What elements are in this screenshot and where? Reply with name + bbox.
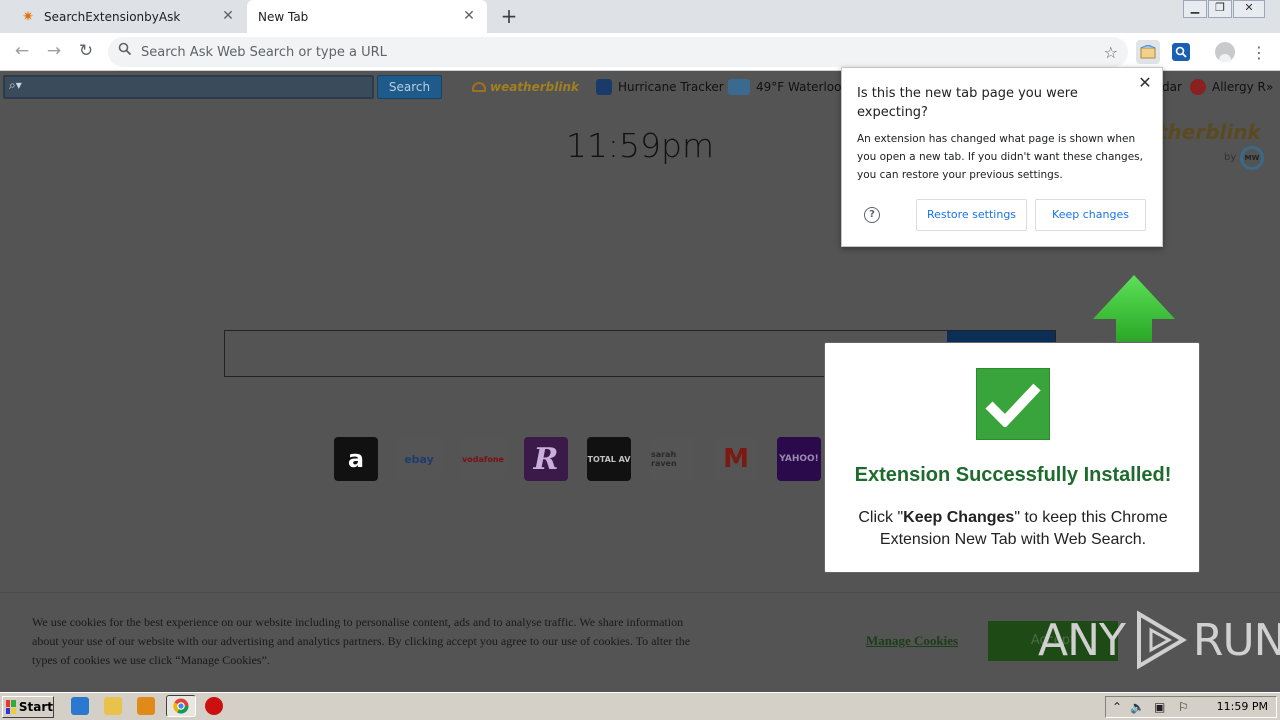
hurricane-icon bbox=[596, 79, 612, 95]
browser-toolbar: ← → ↻ ☆ bbox=[0, 33, 1280, 71]
explorer-folder-icon[interactable] bbox=[104, 697, 122, 715]
bookmark-allergy[interactable]: Allergy R bbox=[1190, 78, 1266, 96]
bookmark-weatherblink[interactable]: weatherblink bbox=[472, 78, 579, 96]
opera-icon[interactable] bbox=[205, 697, 223, 715]
ask-extension-icon[interactable] bbox=[1169, 40, 1193, 64]
tab-title: New Tab bbox=[258, 9, 309, 24]
profile-avatar-icon[interactable] bbox=[1213, 40, 1237, 64]
tab-strip: ✷ SearchExtensionbyAsk ✕ New Tab ✕ + ▁ ❐… bbox=[0, 0, 1280, 33]
dialog-title: Is this the new tab page you were expect… bbox=[857, 86, 1078, 120]
volume-icon[interactable]: 🔈 bbox=[1130, 700, 1145, 714]
forward-arrow-icon[interactable]: → bbox=[44, 41, 64, 61]
bookmark-weather-waterloo[interactable]: 49°F Waterloo, bbox=[728, 78, 845, 96]
taskbar-clock: 11:59 PM bbox=[1216, 700, 1268, 713]
menu-dots-icon[interactable]: ⋮ bbox=[1247, 40, 1271, 64]
action-center-flag-icon[interactable]: ⚐ bbox=[1178, 700, 1189, 714]
new-tab-plus-icon[interactable]: + bbox=[499, 6, 519, 26]
weather-icon bbox=[728, 79, 750, 95]
tile-ebay[interactable]: ebay bbox=[397, 437, 441, 481]
back-arrow-icon[interactable]: ← bbox=[12, 41, 32, 61]
success-title: Extension Successfully Installed! bbox=[854, 464, 1172, 486]
tile-total-av[interactable]: TOTAL AV bbox=[587, 437, 631, 481]
new-tab-changed-dialog: Is this the new tab page you were expect… bbox=[841, 67, 1163, 247]
chrome-icon bbox=[173, 698, 189, 714]
network-icon[interactable]: ▣ bbox=[1154, 700, 1165, 714]
search-icon bbox=[118, 42, 134, 58]
mw-badge-icon: MW bbox=[1240, 146, 1264, 170]
weatherblink-logo: therblink bbox=[1158, 120, 1261, 144]
tile-vodafone[interactable]: vodafone bbox=[461, 437, 505, 481]
bookmark-star-icon[interactable]: ☆ bbox=[1104, 43, 1118, 62]
ask-search-input[interactable]: ⌕▾ bbox=[3, 75, 374, 99]
close-icon[interactable]: ✕ bbox=[1136, 74, 1154, 92]
ask-favicon-icon: ✷ bbox=[22, 8, 34, 25]
allergy-icon bbox=[1190, 79, 1206, 95]
tile-yahoo[interactable]: YAHOO! bbox=[777, 437, 821, 481]
restore-settings-button[interactable]: Restore settings bbox=[916, 199, 1027, 231]
watermark-left: ANY bbox=[1038, 614, 1126, 666]
tile-gmail[interactable]: M bbox=[714, 437, 758, 481]
ie-icon[interactable] bbox=[71, 697, 89, 715]
weather-cloud-icon bbox=[472, 82, 486, 92]
manage-cookies-link[interactable]: Manage Cookies bbox=[866, 633, 958, 649]
omnibox-input[interactable] bbox=[141, 37, 1081, 67]
anyrun-watermark: ANY RUN bbox=[1038, 610, 1280, 670]
media-player-icon[interactable] bbox=[137, 697, 155, 715]
tray-expand-icon[interactable]: ⌃ bbox=[1112, 700, 1122, 714]
dialog-body: An extension has changed what page is sh… bbox=[857, 133, 1143, 181]
bookmark-calendar[interactable]: dar bbox=[1162, 78, 1182, 96]
success-body: Click "Keep Changes" to keep this Chrome… bbox=[858, 509, 1168, 548]
tab-searchextensionbyask[interactable]: ✷ SearchExtensionbyAsk ✕ bbox=[8, 0, 246, 33]
omnibox[interactable]: ☆ bbox=[108, 37, 1128, 67]
ask-search-button[interactable]: Search bbox=[377, 75, 442, 99]
chrome-taskbar-button[interactable] bbox=[166, 695, 196, 717]
start-button[interactable]: Start bbox=[2, 696, 54, 718]
tab-title: SearchExtensionbyAsk bbox=[44, 9, 181, 24]
checkmark-icon bbox=[976, 368, 1050, 440]
weatherblink-by: by bbox=[1224, 152, 1237, 163]
watermark-right: RUN bbox=[1192, 614, 1280, 666]
extension-installed-card: Extension Successfully Installed! Click … bbox=[824, 342, 1200, 573]
bookmarks-overflow-icon[interactable]: » bbox=[1266, 78, 1273, 96]
window-close-icon[interactable]: ✕ bbox=[1233, 0, 1265, 18]
keep-changes-button[interactable]: Keep changes bbox=[1035, 199, 1146, 231]
windows-flag-icon bbox=[6, 700, 16, 714]
minimize-icon[interactable]: ▁ bbox=[1183, 0, 1207, 18]
close-icon[interactable]: ✕ bbox=[461, 8, 477, 24]
close-icon[interactable]: ✕ bbox=[220, 8, 236, 24]
play-triangle-icon bbox=[1136, 610, 1187, 670]
search-dropdown-icon[interactable]: ⌕▾ bbox=[9, 78, 22, 93]
help-icon[interactable]: ? bbox=[864, 207, 880, 223]
bookmark-hurricane-tracker[interactable]: Hurricane Tracker bbox=[596, 78, 724, 96]
cookie-text: We use cookies for the best experience o… bbox=[32, 615, 691, 667]
tile-r-logo[interactable]: R bbox=[524, 437, 568, 481]
tile-amazon[interactable]: a bbox=[334, 437, 378, 481]
system-tray: ⌃ 🔈 ▣ ⚐ 11:59 PM bbox=[1105, 696, 1277, 718]
extension-newtab-icon[interactable] bbox=[1136, 40, 1160, 64]
tile-sarah-raven[interactable]: sarah raven bbox=[651, 437, 695, 481]
tab-new-tab[interactable]: New Tab ✕ bbox=[247, 0, 487, 33]
reload-icon[interactable]: ↻ bbox=[76, 41, 96, 61]
restore-icon[interactable]: ❐ bbox=[1208, 0, 1232, 18]
page-clock: 11:59pm bbox=[565, 126, 715, 165]
